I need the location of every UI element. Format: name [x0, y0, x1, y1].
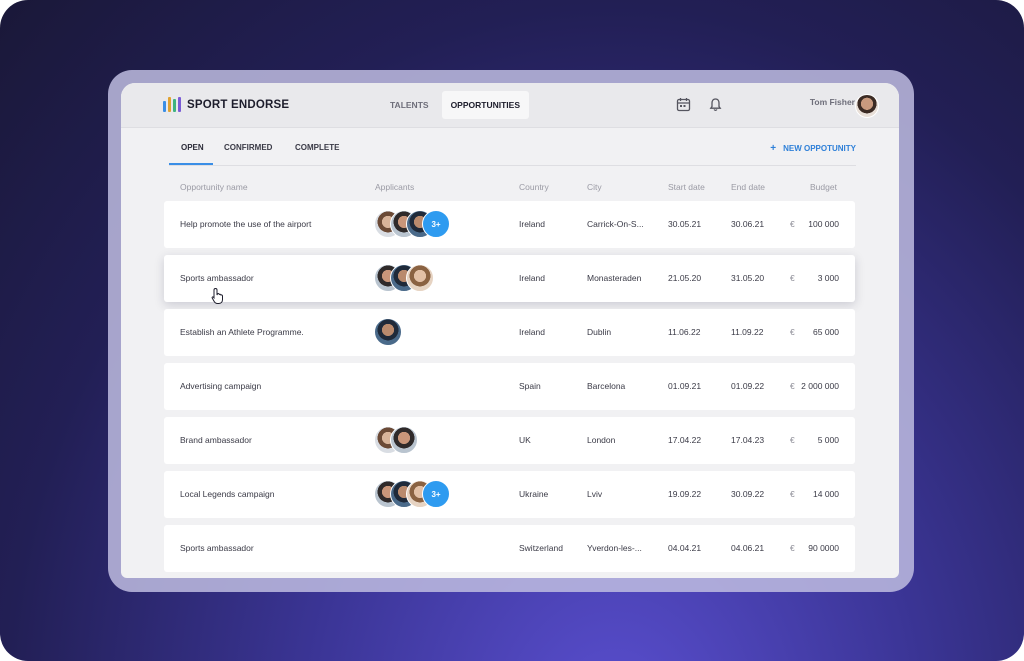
- opportunity-name: Help promote the use of the airport: [180, 219, 312, 229]
- end-date: 11.09.22: [731, 327, 764, 337]
- budget-value: 100 000: [808, 219, 839, 229]
- new-opportunity-label: NEW OPPOTUNITY: [783, 144, 856, 153]
- app-name: SPORT ENDORSE: [187, 98, 290, 111]
- city: Yverdon-les-...: [587, 543, 642, 553]
- table-row[interactable]: Brand ambassador UK London 17.04.22 17.04.23…: [164, 417, 855, 464]
- currency-symbol: €: [790, 435, 795, 445]
- start-date: 04.04.21: [668, 543, 702, 553]
- new-opportunity-button[interactable]: + NEW OPPOTUNITY: [770, 143, 856, 154]
- subtab-complete[interactable]: COMPLETE: [295, 143, 339, 152]
- end-date: 30.09.22: [731, 489, 765, 499]
- end-date: 30.06.21: [731, 219, 765, 229]
- opportunity-name: Advertising campaign: [180, 381, 262, 391]
- plus-icon: +: [770, 143, 777, 154]
- budget-value: 3 000: [817, 273, 839, 283]
- budget-value: 90 0000: [808, 543, 839, 553]
- active-tab-indicator: [169, 163, 213, 165]
- opportunity-name: Sports ambassador: [180, 543, 254, 553]
- opportunity-name: Establish an Athlete Programme.: [180, 327, 304, 337]
- currency-symbol: €: [790, 327, 795, 337]
- applicant-avatar[interactable]: [374, 318, 402, 346]
- header-city[interactable]: City: [587, 182, 602, 192]
- start-date: 17.04.22: [668, 435, 702, 445]
- table-row[interactable]: Establish an Athlete Programme. Ireland Du…: [164, 309, 855, 356]
- header-opportunity-name[interactable]: Opportunity name: [180, 182, 248, 192]
- opportunity-name: Local Legends campaign: [180, 489, 275, 499]
- city: Carrick-On-S...: [587, 219, 644, 229]
- currency-symbol: €: [790, 489, 795, 499]
- currency-symbol: €: [790, 273, 795, 283]
- country: Ireland: [519, 327, 545, 337]
- start-date: 19.09.22: [668, 489, 702, 499]
- country: Ireland: [519, 219, 545, 229]
- currency-symbol: €: [790, 381, 795, 391]
- user-name[interactable]: Tom Fisher: [810, 97, 855, 107]
- table-row[interactable]: Help promote the use of the airport 3+ Ire…: [164, 201, 855, 248]
- country: UK: [519, 435, 531, 445]
- status-tabs: OPEN CONFIRMED COMPLETE + NEW OPPOTUNITY: [169, 138, 856, 166]
- user-avatar[interactable]: [855, 94, 879, 118]
- budget-value: 2 000 000: [801, 381, 839, 391]
- applicant-avatar[interactable]: [406, 264, 434, 292]
- header-budget[interactable]: Budget: [810, 182, 837, 192]
- hand-cursor-icon: [211, 287, 223, 304]
- city: Monasteraden: [587, 273, 642, 283]
- budget-value: 14 000: [813, 489, 839, 499]
- tab-opportunities[interactable]: OPPORTUNITIES: [441, 91, 529, 119]
- start-date: 21.05.20: [668, 273, 702, 283]
- app-logo[interactable]: SPORT ENDORSE: [163, 97, 289, 112]
- end-date: 04.06.21: [731, 543, 765, 553]
- country: Spain: [519, 381, 541, 391]
- city: Dublin: [587, 327, 612, 337]
- logo-icon: [163, 97, 181, 112]
- top-bar: SPORT ENDORSE TALENTS OPPORTUNITIES Tom …: [121, 83, 899, 128]
- start-date: 11.06.22: [668, 327, 701, 337]
- table-row[interactable]: Advertising campaign Spain Barcelona 01.09.…: [164, 363, 855, 410]
- tab-talents[interactable]: TALENTS: [381, 91, 438, 119]
- main-nav: TALENTS OPPORTUNITIES: [381, 91, 529, 119]
- end-date: 17.04.23: [731, 435, 765, 445]
- currency-symbol: €: [790, 219, 795, 229]
- app-window: SPORT ENDORSE TALENTS OPPORTUNITIES Tom …: [121, 83, 899, 578]
- table-row[interactable]: Sports ambassador Switzerland Yverdon-les-…: [164, 525, 855, 572]
- subtab-open[interactable]: OPEN: [181, 143, 204, 152]
- country: Ireland: [519, 273, 545, 283]
- country: Switzerland: [519, 543, 563, 553]
- city: Lviv: [587, 489, 603, 499]
- currency-symbol: €: [790, 543, 795, 553]
- header-country[interactable]: Country: [519, 182, 549, 192]
- city: Barcelona: [587, 381, 626, 391]
- end-date: 31.05.20: [731, 273, 765, 283]
- bell-icon[interactable]: [708, 97, 723, 112]
- opportunity-name: Brand ambassador: [180, 435, 252, 445]
- header-start-date[interactable]: Start date: [668, 182, 705, 192]
- country: Ukraine: [519, 489, 549, 499]
- header-end-date[interactable]: End date: [731, 182, 765, 192]
- header-applicants[interactable]: Applicants: [375, 182, 414, 192]
- opportunity-name: Sports ambassador: [180, 273, 254, 283]
- more-applicants-badge[interactable]: 3+: [422, 210, 450, 238]
- budget-value: 65 000: [813, 327, 839, 337]
- start-date: 30.05.21: [668, 219, 702, 229]
- table-row[interactable]: Local Legends campaign 3+ Ukraine Lviv 19.09…: [164, 471, 855, 518]
- end-date: 01.09.22: [731, 381, 765, 391]
- budget-value: 5 000: [817, 435, 839, 445]
- table-row[interactable]: Sports ambassador Ireland Monasteraden 21.0…: [164, 255, 855, 302]
- applicant-avatar[interactable]: [390, 426, 418, 454]
- city: London: [587, 435, 616, 445]
- calendar-icon[interactable]: [676, 97, 691, 112]
- subtab-confirmed[interactable]: CONFIRMED: [224, 143, 272, 152]
- more-applicants-badge[interactable]: 3+: [422, 480, 450, 508]
- start-date: 01.09.21: [668, 381, 702, 391]
